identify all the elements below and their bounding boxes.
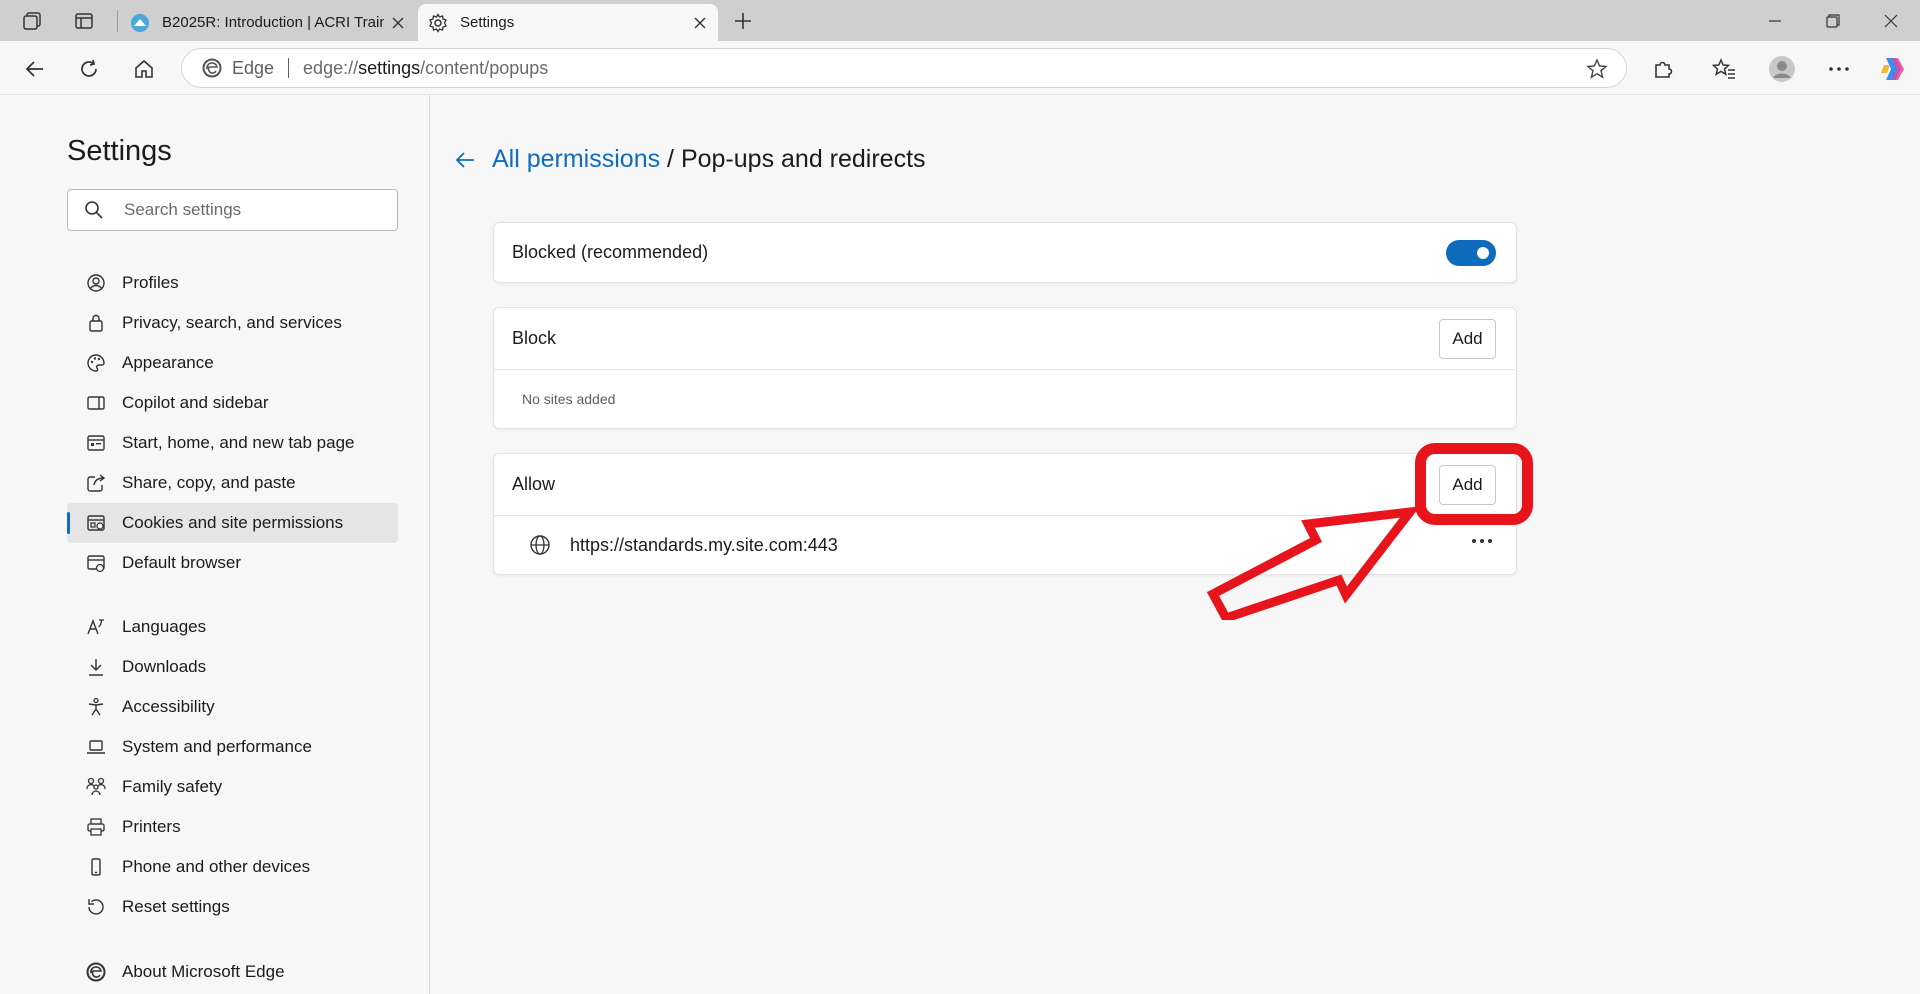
- sidebar-item-accessibility[interactable]: Accessibility: [67, 687, 398, 727]
- close-tab-icon[interactable]: [686, 9, 714, 37]
- sidebar-item-default-browser[interactable]: Default browser: [67, 543, 398, 583]
- blocked-toggle[interactable]: [1446, 240, 1496, 266]
- blocked-card: Blocked (recommended): [493, 222, 1517, 283]
- sidebar-item-printers[interactable]: Printers: [67, 807, 398, 847]
- allow-section-title: Allow: [512, 474, 556, 494]
- profile-icon: [84, 271, 108, 295]
- default-browser-icon: [84, 551, 108, 575]
- sidebar-item-profiles[interactable]: Profiles: [67, 263, 398, 303]
- printer-icon: [84, 815, 108, 839]
- site-permissions-icon: [84, 511, 108, 535]
- highlight-box: [1415, 443, 1533, 525]
- block-add-button[interactable]: Add: [1439, 319, 1496, 359]
- tab-title: B2025R: Introduction | ACRI Traini: [162, 14, 384, 31]
- copilot-icon[interactable]: [1876, 53, 1908, 85]
- extensions-icon[interactable]: [1647, 53, 1679, 85]
- tab-settings[interactable]: Settings: [418, 4, 718, 41]
- home-icon[interactable]: [128, 53, 160, 85]
- more-options-icon[interactable]: [1468, 534, 1496, 548]
- more-menu-icon[interactable]: [1823, 53, 1855, 85]
- allowed-site-url: https://standards.my.site.com:443: [570, 534, 838, 555]
- sidebar-item-family-safety[interactable]: Family safety: [67, 767, 398, 807]
- sidebar-item-privacy[interactable]: Privacy, search, and services: [67, 303, 398, 343]
- languages-icon: [84, 615, 108, 639]
- tab-acri-training[interactable]: B2025R: Introduction | ACRI Traini: [120, 4, 416, 41]
- home-page-icon: [84, 431, 108, 455]
- lock-icon: [84, 311, 108, 335]
- globe-icon: [530, 535, 550, 555]
- sidebar-item-phone-devices[interactable]: Phone and other devices: [67, 847, 398, 887]
- accessibility-icon: [84, 695, 108, 719]
- close-window-icon[interactable]: [1862, 0, 1920, 41]
- sidebar-item-system[interactable]: System and performance: [67, 727, 398, 767]
- page-title: Pop-ups and redirects: [680, 145, 926, 173]
- sidebar-item-reset[interactable]: Reset settings: [67, 887, 398, 927]
- laptop-icon: [84, 735, 108, 759]
- settings-title: Settings: [67, 135, 172, 167]
- palette-icon: [84, 351, 108, 375]
- tab-actions-icon[interactable]: [71, 8, 97, 34]
- favorites-icon[interactable]: [1708, 53, 1740, 85]
- site-identity-label: Edge: [232, 57, 275, 78]
- download-icon: [84, 655, 108, 679]
- close-tab-icon[interactable]: [384, 9, 412, 37]
- phone-icon: [84, 855, 108, 879]
- family-icon: [84, 775, 108, 799]
- back-arrow-icon[interactable]: [452, 147, 478, 173]
- all-permissions-link[interactable]: All permissions: [492, 145, 660, 173]
- new-tab-icon[interactable]: [730, 8, 756, 34]
- block-card: Block Add No sites added: [493, 307, 1517, 429]
- refresh-icon[interactable]: [73, 53, 105, 85]
- gear-icon: [428, 12, 448, 33]
- sidebar-icon: [84, 391, 108, 415]
- search-icon: [85, 201, 103, 219]
- tab-strip: B2025R: Introduction | ACRI Traini Setti…: [0, 0, 1920, 41]
- sidebar-item-appearance[interactable]: Appearance: [67, 343, 398, 383]
- breadcrumb: All permissions / Pop-ups and redirects: [492, 145, 926, 173]
- edge-logo-icon: [202, 58, 222, 78]
- restore-icon[interactable]: [1804, 0, 1862, 41]
- sidebar-item-cookies-permissions[interactable]: Cookies and site permissions: [67, 503, 398, 543]
- share-icon: [84, 471, 108, 495]
- address-bar[interactable]: Edge edge://settings/content/popups: [181, 48, 1627, 88]
- block-section-title: Block: [512, 328, 557, 348]
- block-empty-text: No sites added: [522, 391, 616, 407]
- blocked-label: Blocked (recommended): [512, 242, 709, 262]
- favorite-star-icon[interactable]: [1586, 58, 1608, 80]
- sidebar-item-share-copy[interactable]: Share, copy, and paste: [67, 463, 398, 503]
- tab-title: Settings: [460, 14, 515, 31]
- sidebar-item-downloads[interactable]: Downloads: [67, 647, 398, 687]
- sidebar-item-start-home[interactable]: Start, home, and new tab page: [67, 423, 398, 463]
- profile-avatar-icon[interactable]: [1766, 53, 1798, 85]
- edge-logo-icon: [84, 960, 108, 984]
- sidebar-item-copilot[interactable]: Copilot and sidebar: [67, 383, 398, 423]
- search-settings-input[interactable]: Search settings: [67, 189, 398, 231]
- reset-icon: [84, 895, 108, 919]
- browser-toolbar: Edge edge://settings/content/popups: [0, 41, 1920, 95]
- settings-sidebar: Settings Search settings Profiles Privac…: [4, 95, 430, 994]
- url-text: edge://settings/content/popups: [303, 57, 549, 78]
- workspaces-icon[interactable]: [19, 8, 45, 34]
- back-icon[interactable]: [19, 53, 51, 85]
- sidebar-item-about[interactable]: About Microsoft Edge: [67, 952, 398, 992]
- minimize-icon[interactable]: [1746, 0, 1804, 41]
- acri-favicon-icon: [130, 13, 150, 33]
- annotation-arrow-icon: [1206, 506, 1421, 620]
- sidebar-item-languages[interactable]: Languages: [67, 607, 398, 647]
